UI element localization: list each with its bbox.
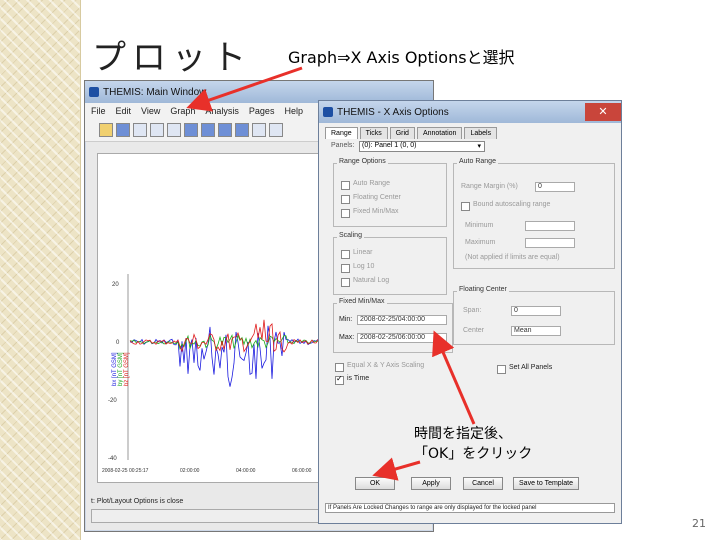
arrow-to-time-fields: [432, 330, 476, 425]
arrow-to-graph-menu: [186, 66, 303, 112]
arrow-to-ok-button: [372, 457, 421, 481]
page-number: 21: [692, 517, 706, 530]
annotation-arrows: [186, 66, 476, 481]
